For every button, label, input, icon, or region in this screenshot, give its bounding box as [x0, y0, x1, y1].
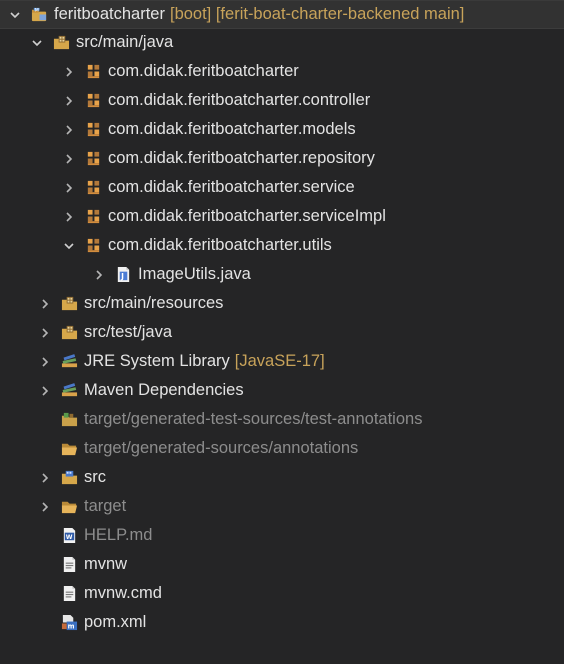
java-file-icon — [114, 266, 132, 284]
chevron-right-icon[interactable] — [38, 297, 52, 311]
chevron-down-icon[interactable] — [62, 239, 76, 253]
tree-item-src[interactable]: src — [0, 463, 564, 492]
tree-item-label: target — [84, 497, 127, 515]
tree-item-maven-dependencies[interactable]: Maven Dependencies — [0, 376, 564, 405]
generated-folder-icon — [60, 440, 78, 458]
chevron-right-icon[interactable] — [38, 384, 52, 398]
project-root-row[interactable]: feritboatcharter [boot] [ferit-boat-char… — [0, 1, 564, 29]
source-folder-icon — [60, 295, 78, 313]
library-icon — [60, 353, 78, 371]
tree-item-label: com.didak.feritboatcharter.utils — [108, 236, 332, 254]
package-icon — [84, 208, 102, 226]
tree-item-package-serviceimpl[interactable]: com.didak.feritboatcharter.serviceImpl — [0, 202, 564, 231]
chevron-down-icon[interactable] — [30, 36, 44, 50]
tree-item-label: com.didak.feritboatcharter.models — [108, 120, 356, 138]
folder-open-icon — [60, 498, 78, 516]
tree-item-label: src/test/java — [84, 323, 173, 341]
tree-item-package-utils[interactable]: com.didak.feritboatcharter.utils — [0, 231, 564, 260]
tree-item-label: target/generated-test-sources/test-annot… — [84, 410, 423, 428]
maven-pom-icon — [60, 614, 78, 632]
tree-item-package-models[interactable]: com.didak.feritboatcharter.models — [0, 115, 564, 144]
chevron-right-icon[interactable] — [38, 326, 52, 340]
tree-item-mvnw[interactable]: mvnw — [0, 550, 564, 579]
chevron-right-icon[interactable] — [62, 152, 76, 166]
tree-item-target[interactable]: target — [0, 492, 564, 521]
tree-item-package-service[interactable]: com.didak.feritboatcharter.service — [0, 173, 564, 202]
chevron-right-icon[interactable] — [38, 355, 52, 369]
package-icon — [84, 237, 102, 255]
tree-item-label: HELP.md — [84, 526, 153, 544]
tree-item-package-controller[interactable]: com.didak.feritboatcharter.controller — [0, 86, 564, 115]
chevron-right-icon[interactable] — [62, 210, 76, 224]
package-icon — [84, 150, 102, 168]
tree-item-imageutils-java[interactable]: ImageUtils.java — [0, 260, 564, 289]
maven-project-icon — [30, 6, 48, 24]
source-folder-icon — [52, 34, 70, 52]
tree-item-src-main-resources[interactable]: src/main/resources — [0, 289, 564, 318]
tree-item-src-main-java[interactable]: src/main/java — [0, 28, 564, 57]
tree-item-help-md[interactable]: HELP.md — [0, 521, 564, 550]
chevron-down-icon[interactable] — [8, 8, 22, 22]
markdown-file-icon — [60, 527, 78, 545]
source-folder-icon — [60, 324, 78, 342]
tree-item-generated-test-sources[interactable]: target/generated-test-sources/test-annot… — [0, 405, 564, 434]
chevron-right-icon[interactable] — [92, 268, 106, 282]
tree-item-label: com.didak.feritboatcharter.repository — [108, 149, 375, 167]
tree-item-label: src/main/java — [76, 33, 174, 51]
tree-item-label: target/generated-sources/annotations — [84, 439, 359, 457]
library-icon — [60, 382, 78, 400]
chevron-right-icon[interactable] — [62, 181, 76, 195]
package-icon — [84, 92, 102, 110]
tree-item-label: com.didak.feritboatcharter — [108, 62, 299, 80]
tree-item-label: JRE System Library — [84, 352, 230, 370]
tree-item-pom-xml[interactable]: pom.xml — [0, 608, 564, 637]
tree-item-label: src/main/resources — [84, 294, 224, 312]
tree-item-label: com.didak.feritboatcharter.controller — [108, 91, 371, 109]
text-file-icon — [60, 585, 78, 603]
project-decoration: [boot] [ferit-boat-charter-backened main… — [169, 5, 465, 23]
library-decoration: [JavaSE-17] — [234, 352, 325, 370]
tree-item-label: ImageUtils.java — [138, 265, 251, 283]
chevron-right-icon[interactable] — [38, 500, 52, 514]
project-name: feritboatcharter — [54, 5, 165, 23]
package-icon — [84, 121, 102, 139]
package-icon — [84, 63, 102, 81]
text-file-icon — [60, 556, 78, 574]
tree-item-package[interactable]: com.didak.feritboatcharter — [0, 57, 564, 86]
chevron-right-icon[interactable] — [62, 94, 76, 108]
chevron-right-icon[interactable] — [38, 471, 52, 485]
package-icon — [84, 179, 102, 197]
tree-item-label: pom.xml — [84, 613, 147, 631]
tree-item-generated-sources[interactable]: target/generated-sources/annotations — [0, 434, 564, 463]
tree-item-label: com.didak.feritboatcharter.serviceImpl — [108, 207, 386, 225]
tree-item-label: com.didak.feritboatcharter.service — [108, 178, 355, 196]
chevron-right-icon[interactable] — [62, 123, 76, 137]
tree-item-label: Maven Dependencies — [84, 381, 244, 399]
generated-folder-icon — [60, 411, 78, 429]
tree-item-package-repository[interactable]: com.didak.feritboatcharter.repository — [0, 144, 564, 173]
tree-item-src-test-java[interactable]: src/test/java — [0, 318, 564, 347]
tree-item-label: mvnw.cmd — [84, 584, 162, 602]
tree-item-mvnw-cmd[interactable]: mvnw.cmd — [0, 579, 564, 608]
chevron-right-icon[interactable] — [62, 65, 76, 79]
package-explorer-tree: feritboatcharter [boot] [ferit-boat-char… — [0, 0, 564, 664]
tree-item-label: src — [84, 468, 106, 486]
tree-item-label: mvnw — [84, 555, 128, 573]
folder-icon — [60, 469, 78, 487]
tree-item-jre-system-library[interactable]: JRE System Library [JavaSE-17] — [0, 347, 564, 376]
